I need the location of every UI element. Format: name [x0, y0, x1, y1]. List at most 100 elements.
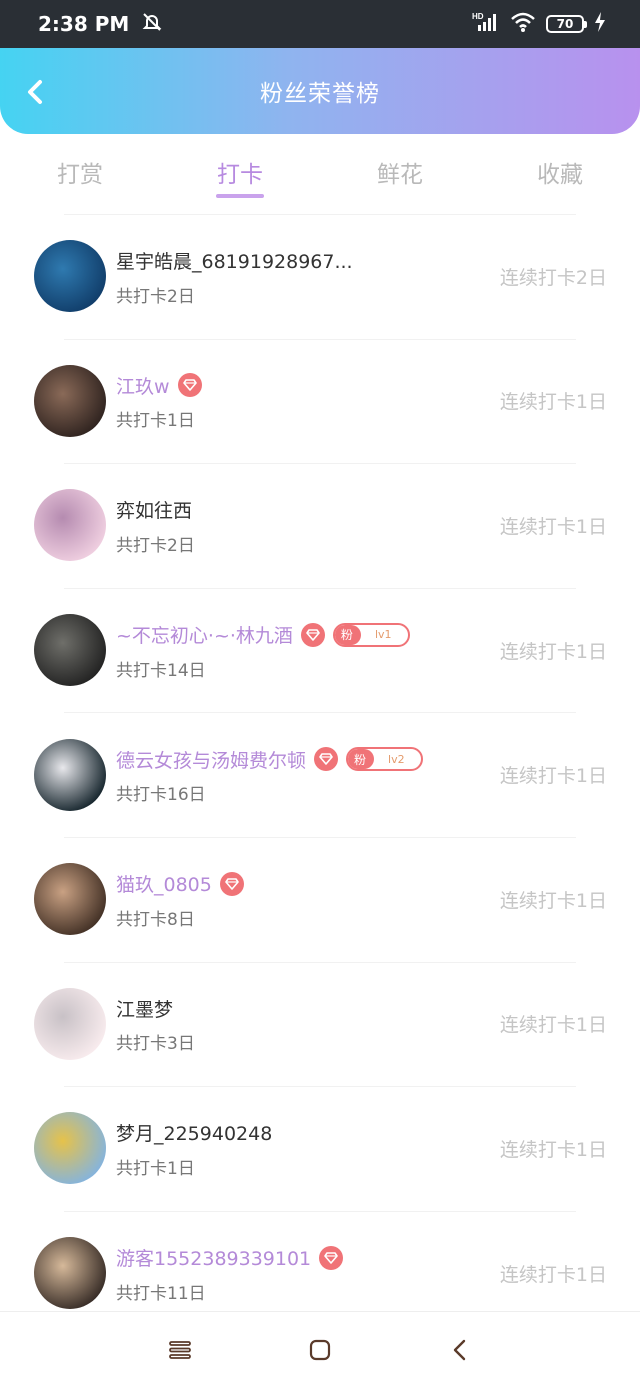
streak-label: 连续打卡1日 [499, 640, 607, 663]
list-item[interactable]: 弈如往西共打卡2日 连续打卡1日 [0, 463, 640, 588]
tab-active-indicator [216, 194, 264, 198]
avatar[interactable] [34, 987, 106, 1060]
wifi-icon [510, 11, 536, 37]
user-info: 星宇皓晨_68191928967... 共打卡2日 [116, 246, 353, 307]
fan-badge-level: lv1 [374, 628, 392, 642]
fan-level-badge: 粉 lv1 [332, 622, 410, 647]
name-line: 德云女孩与汤姆费尔顿 粉 lv2 [116, 744, 423, 774]
avatar[interactable] [34, 364, 106, 437]
tab-label: 打卡 [217, 162, 263, 188]
total-checkin-count: 共打卡16日 [116, 785, 206, 806]
name-line: 江玖w [116, 370, 202, 400]
charging-icon [594, 12, 606, 36]
name-line: 江墨梦 [116, 993, 195, 1023]
streak-label: 连续打卡1日 [499, 515, 607, 538]
diamond-icon [319, 1245, 344, 1270]
user-info: 猫玖_0805 共打卡8日 [116, 869, 244, 930]
user-info: 梦月_225940248 共打卡1日 [116, 1118, 272, 1179]
list-item[interactable]: ~不忘初心·~·林九酒 粉 lv1 共打卡14日 连续打卡1日 [0, 587, 640, 713]
page-title: 粉丝荣誉榜 [260, 81, 380, 107]
user-name[interactable]: 弈如往西 [116, 496, 192, 523]
total-checkin-count: 共打卡1日 [116, 411, 195, 432]
total-checkin-count: 共打卡8日 [116, 909, 195, 930]
list-item[interactable]: 猫玖_0805 共打卡8日 连续打卡1日 [0, 836, 640, 962]
user-info: 游客1552389339101 共打卡11日 [116, 1243, 344, 1304]
total-checkin-count: 共打卡2日 [116, 535, 195, 556]
user-name[interactable]: 星宇皓晨_68191928967... [116, 247, 353, 274]
avatar[interactable] [34, 240, 106, 313]
user-name[interactable]: ~不忘初心·~·林九酒 [116, 621, 293, 648]
list-item[interactable]: 江玖w 共打卡1日 连续打卡1日 [0, 338, 640, 464]
total-checkin-count: 共打卡3日 [116, 1034, 195, 1055]
diamond-icon [177, 373, 202, 398]
streak-label: 连续打卡1日 [499, 889, 607, 912]
total-checkin-count: 共打卡2日 [116, 286, 195, 307]
streak-label: 连续打卡1日 [499, 1014, 607, 1037]
menu-icon [169, 1340, 191, 1359]
streak-label: 连续打卡1日 [499, 765, 607, 788]
signal-icon: HD [472, 11, 500, 37]
status-left: 2:38 PM [38, 11, 163, 38]
diamond-icon [314, 747, 339, 772]
back-triangle-icon [453, 1339, 466, 1360]
status-time: 2:38 PM [38, 12, 130, 36]
fan-badge-label: 粉 [334, 624, 361, 645]
menu-button[interactable] [160, 1330, 200, 1370]
tab-favorites[interactable]: 收藏 [480, 134, 640, 210]
system-nav-bar [0, 1311, 640, 1387]
avatar[interactable] [34, 614, 106, 687]
avatar[interactable] [34, 738, 106, 811]
avatar[interactable] [34, 1237, 106, 1310]
user-info: 江墨梦共打卡3日 [116, 993, 195, 1055]
fan-badge-label: 粉 [348, 749, 375, 770]
system-back-button[interactable] [440, 1330, 480, 1370]
list-item[interactable]: 德云女孩与汤姆费尔顿 粉 lv2 共打卡16日 连续打卡1日 [0, 712, 640, 837]
user-name[interactable]: 梦月_225940248 [116, 1119, 272, 1146]
home-square-icon [309, 1339, 331, 1360]
avatar[interactable] [34, 489, 106, 562]
battery-icon: 70 [546, 15, 587, 33]
name-line: ~不忘初心·~·林九酒 粉 lv1 [116, 620, 410, 650]
user-name[interactable]: 江玖w [116, 372, 170, 399]
fan-badge-level: lv2 [388, 752, 405, 766]
chevron-left-icon [28, 80, 42, 104]
fan-level-badge: 粉 lv2 [346, 747, 423, 772]
mute-bell-icon [141, 11, 163, 38]
user-info: 江玖w 共打卡1日 [116, 370, 202, 431]
tab-label: 鲜花 [377, 162, 423, 188]
name-line: 梦月_225940248 [116, 1118, 272, 1148]
tab-label: 收藏 [537, 162, 583, 188]
user-name[interactable]: 猫玖_0805 [116, 870, 212, 897]
back-button[interactable] [18, 72, 52, 112]
total-checkin-count: 共打卡14日 [116, 660, 206, 681]
avatar[interactable] [34, 863, 106, 936]
status-bar: 2:38 PM HD 70 [0, 0, 640, 48]
tab-flowers[interactable]: 鲜花 [320, 134, 480, 210]
list-item[interactable]: 江墨梦共打卡3日 连续打卡1日 [0, 961, 640, 1087]
status-right: HD 70 [472, 11, 606, 37]
name-line: 猫玖_0805 [116, 869, 244, 899]
list-item[interactable]: 星宇皓晨_68191928967... 共打卡2日 连续打卡2日 [0, 214, 640, 339]
user-name[interactable]: 江墨梦 [116, 995, 173, 1022]
tab-reward[interactable]: 打赏 [0, 134, 160, 210]
streak-label: 连续打卡1日 [499, 391, 607, 414]
name-line: 星宇皓晨_68191928967... [116, 246, 353, 276]
header: 粉丝荣誉榜 [0, 48, 640, 134]
tab-checkin[interactable]: 打卡 [160, 134, 320, 210]
total-checkin-count: 共打卡11日 [116, 1283, 206, 1304]
name-line: 游客1552389339101 [116, 1243, 344, 1273]
tab-label: 打赏 [57, 162, 103, 188]
streak-label: 连续打卡1日 [499, 1138, 607, 1161]
list-item[interactable]: 梦月_225940248 共打卡1日 连续打卡1日 [0, 1086, 640, 1211]
user-name[interactable]: 游客1552389339101 [116, 1244, 311, 1271]
user-name[interactable]: 德云女孩与汤姆费尔顿 [116, 746, 306, 773]
streak-label: 连续打卡2日 [499, 266, 607, 289]
avatar[interactable] [34, 1112, 106, 1185]
streak-label: 连续打卡1日 [499, 1263, 607, 1286]
name-line: 弈如往西 [116, 495, 195, 525]
tab-bar: 打赏 打卡 鲜花 收藏 [0, 134, 640, 210]
svg-text:HD: HD [472, 12, 484, 21]
home-button[interactable] [300, 1330, 340, 1370]
user-info: 德云女孩与汤姆费尔顿 粉 lv2 共打卡16日 [116, 744, 423, 805]
user-info: ~不忘初心·~·林九酒 粉 lv1 共打卡14日 [116, 620, 410, 681]
